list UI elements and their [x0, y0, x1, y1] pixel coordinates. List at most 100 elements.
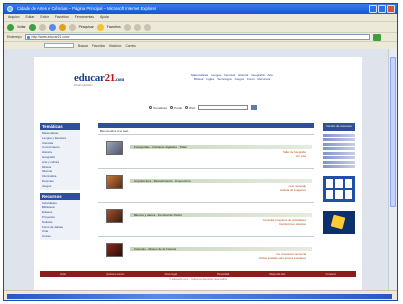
article-link[interactable]: Ver más: [283, 154, 306, 159]
search-option-label: Temáticas: [153, 105, 167, 110]
footer-link[interactable]: Contacto: [326, 273, 336, 276]
back-button-label[interactable]: Voltar: [17, 25, 26, 29]
stop-icon[interactable]: [38, 23, 46, 31]
article-title[interactable]: Ciencias · Museo de la Ciencia: [134, 247, 176, 251]
site-search-button[interactable]: [251, 105, 258, 110]
sidebar-item[interactable]: Juegos: [40, 184, 80, 189]
footer-link[interactable]: Quiénes somos: [106, 273, 124, 276]
right-link[interactable]: [323, 138, 355, 142]
right-link[interactable]: [323, 160, 355, 164]
footer-link[interactable]: Privacidad: [217, 273, 229, 276]
sidebar-section-title: Recursos: [40, 192, 80, 200]
right-link-list: [323, 133, 355, 169]
right-link[interactable]: [323, 151, 355, 155]
favorites-star-icon[interactable]: [96, 23, 104, 31]
close-button[interactable]: [387, 5, 395, 13]
taskbar-strip: [7, 294, 392, 299]
page-viewport: educar21.com Portal educativo Matemática…: [4, 49, 390, 290]
topnav-link[interactable]: Juegos: [234, 77, 244, 81]
site-tagline: Portal educativo: [74, 84, 93, 87]
topnav-link[interactable]: Música: [194, 77, 204, 81]
article-link[interactable]: Visitas guiadas para grupos escolares: [259, 256, 306, 261]
news-item[interactable]: Arquitectura · Renacimiento · Exposición…: [98, 168, 314, 202]
resources-list: Actividades Biblioteca Enlaces Proyectos…: [40, 199, 80, 240]
scrollbar-thumb[interactable]: [390, 57, 396, 207]
menu-help[interactable]: Ajuda: [100, 14, 109, 21]
footer-link[interactable]: Inicio: [60, 273, 66, 276]
search-option[interactable]: Portal: [169, 106, 182, 110]
links-item[interactable]: Correio: [125, 44, 135, 48]
web-page: educar21.com Portal educativo Matemática…: [34, 57, 362, 290]
vertical-scrollbar[interactable]: [388, 49, 397, 290]
right-sidebar: Centro de recursos: [323, 123, 355, 235]
address-input[interactable]: http://www.educar21.com/: [24, 34, 370, 40]
sidebar-item[interactable]: Correo: [40, 234, 80, 239]
maximize-button[interactable]: [378, 5, 386, 13]
article-thumbnail[interactable]: [106, 243, 123, 257]
search-option[interactable]: Temáticas: [149, 106, 167, 110]
go-button[interactable]: [372, 33, 381, 41]
article-links: Taller de fotografía Ver más: [283, 150, 306, 159]
history-icon[interactable]: [123, 23, 131, 31]
links-item[interactable]: Histórico: [109, 44, 121, 48]
footer-link[interactable]: Mapa del sitio: [269, 273, 285, 276]
footer-link[interactable]: Aviso legal: [164, 273, 177, 276]
resources-section: Recursos Actividades Biblioteca Enlaces …: [40, 192, 80, 240]
article-thumbnail[interactable]: [106, 175, 123, 189]
right-link[interactable]: [323, 147, 355, 151]
search-option[interactable]: Web: [185, 106, 195, 110]
radio-icon: [169, 106, 173, 110]
site-footer: Inicio Quiénes somos Aviso legal Privaci…: [40, 271, 356, 277]
article-title[interactable]: Arquitectura · Renacimiento · Exposición: [134, 179, 191, 183]
standard-toolbar: Voltar Pesquisar Favoritos: [4, 21, 397, 32]
top-navigation: Matemáticas Lengua Ciencias Historia Geo…: [142, 73, 322, 81]
links-item[interactable]: Favoritos: [92, 44, 105, 48]
menu-view[interactable]: Exibir: [40, 14, 48, 21]
search-button-label[interactable]: Pesquisar: [79, 25, 94, 29]
right-link[interactable]: [323, 165, 355, 169]
links-bar: Buscar Favoritos Histórico Correio: [4, 41, 397, 49]
promo-banner[interactable]: [323, 211, 355, 235]
forward-arrow-icon[interactable]: [28, 23, 36, 31]
site-search-input[interactable]: [198, 105, 249, 110]
back-arrow-icon[interactable]: [7, 23, 14, 31]
calendar-grid-icon[interactable]: [323, 176, 355, 203]
site-logo[interactable]: educar21.com: [74, 72, 124, 84]
favorites-button-label[interactable]: Favoritos: [107, 25, 121, 29]
article-link[interactable]: Galería de imágenes: [280, 188, 306, 193]
news-item[interactable]: Ciencias · Museo de la Ciencia Ver expos…: [98, 236, 314, 270]
copyright-text: © educar21.com – Todos los derechos rese…: [169, 278, 227, 281]
search-icon[interactable]: [68, 23, 76, 31]
links-item[interactable]: Buscar: [78, 44, 88, 48]
menu-tools[interactable]: Ferramentas: [75, 14, 94, 21]
article-thumbnail[interactable]: [106, 141, 123, 155]
topnav-link[interactable]: Foros: [247, 77, 255, 81]
article-thumbnail[interactable]: [106, 209, 123, 223]
window-controls: [369, 5, 395, 13]
logo-number: 21: [104, 72, 116, 84]
refresh-icon[interactable]: [48, 23, 56, 31]
home-icon[interactable]: [58, 23, 66, 31]
article-link[interactable]: Inscripciones abiertas: [263, 222, 306, 227]
left-sidebar: Temáticas Matemáticas Lengua y literatur…: [40, 123, 80, 240]
right-link[interactable]: [323, 142, 355, 146]
article-title[interactable]: Música y danza · Festival de Otoño: [134, 213, 182, 217]
news-item[interactable]: Música y danza · Festival de Otoño Consu…: [98, 202, 314, 236]
article-title[interactable]: Fotografías · Cámaras digitales · Taller: [134, 145, 187, 149]
resources-box[interactable]: Centro de recursos: [323, 123, 355, 131]
topnav-link[interactable]: Inglés: [206, 77, 214, 81]
print-icon[interactable]: [143, 23, 151, 31]
menu-file[interactable]: Arquivo: [8, 14, 20, 21]
mail-icon[interactable]: [133, 23, 141, 31]
menu-edit[interactable]: Editar: [26, 14, 35, 21]
topnav-link[interactable]: Recursos: [257, 77, 270, 81]
address-bar: Endereço http://www.educar21.com/: [4, 32, 397, 41]
minimize-button[interactable]: [369, 5, 377, 13]
logo-suffix: .com: [115, 78, 124, 83]
right-link[interactable]: [323, 133, 355, 137]
news-item[interactable]: Fotografías · Cámaras digitales · Taller…: [98, 134, 314, 168]
right-link[interactable]: [323, 156, 355, 160]
topnav-link[interactable]: Tecnología: [217, 77, 232, 81]
menu-favorites[interactable]: Favoritos: [55, 14, 69, 21]
links-search-box[interactable]: [44, 43, 74, 48]
